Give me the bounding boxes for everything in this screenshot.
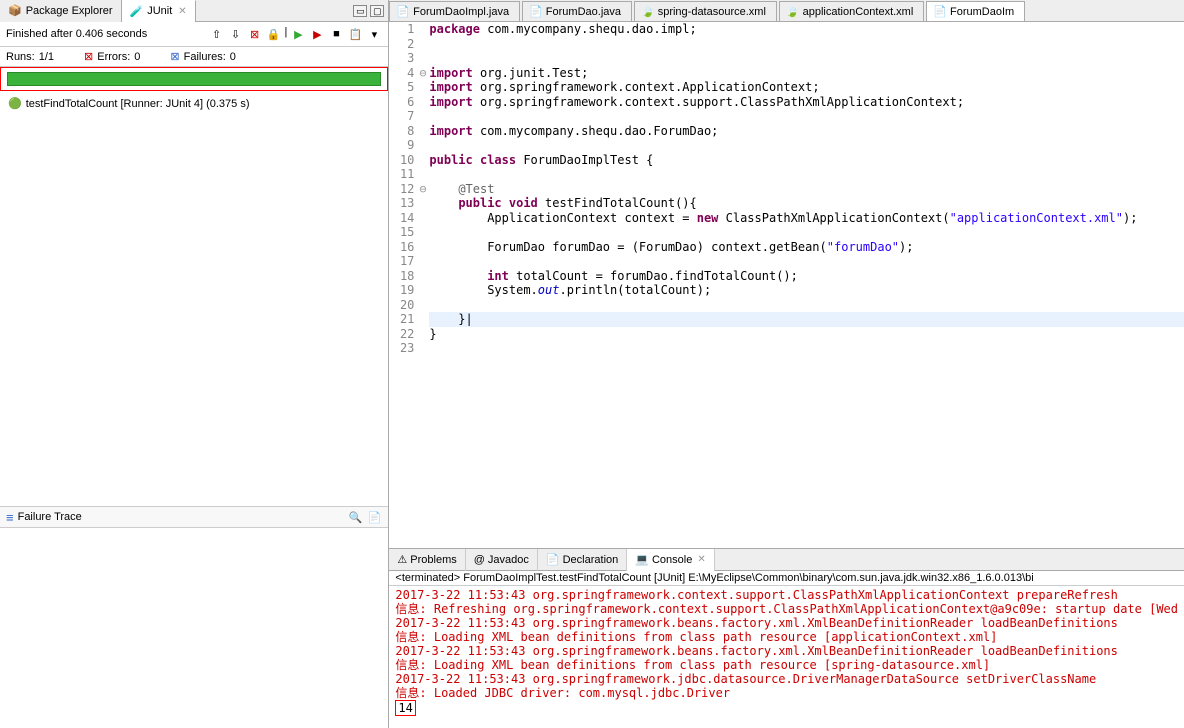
console-icon: 💻 [635, 553, 649, 566]
tab-junit[interactable]: 🧪 JUnit ✕ [122, 0, 196, 22]
runs-value: 1/1 [39, 51, 54, 63]
tab-label: Problems [410, 554, 456, 566]
tab-declaration[interactable]: 📄 Declaration [538, 549, 627, 571]
junit-metrics: Runs: 1/1 ⊠ Errors: 0 ⊠ Failures: 0 [0, 47, 388, 67]
failure-trace-label: Failure Trace [18, 511, 82, 523]
errors-metric: ⊠ Errors: 0 [84, 50, 140, 63]
test-pass-icon: 🟢 [8, 97, 22, 110]
failures-metric: ⊠ Failures: 0 [170, 50, 236, 63]
editor-tab-forumdao[interactable]: 📄 ForumDao.java [522, 1, 632, 21]
tab-label: ForumDaoImpl.java [413, 6, 509, 18]
scroll-lock-button[interactable]: 🔒 [266, 26, 282, 42]
code-editor[interactable]: 1234567891011121314151617181920212223 ⊖⊖… [389, 22, 1184, 548]
test-item[interactable]: 🟢 testFindTotalCount [Runner: JUnit 4] (… [4, 95, 384, 112]
rerun-button[interactable]: ▶ [290, 26, 306, 42]
java-icon: 📄 [396, 5, 410, 18]
errors-label: Errors: [97, 51, 130, 63]
editor-tab-forumdaoimpltest[interactable]: 📄 ForumDaoIm [926, 1, 1025, 21]
history-button[interactable]: 📋 [347, 26, 363, 42]
editor-tab-forumdaoimpl[interactable]: 📄 ForumDaoImpl.java [389, 1, 520, 21]
next-failure-button[interactable]: ⇩ [228, 26, 244, 42]
fold-gutter[interactable]: ⊖⊖ [419, 22, 429, 548]
runs-label: Runs: [6, 51, 35, 63]
line-gutter[interactable]: 1234567891011121314151617181920212223 [389, 22, 419, 548]
failures-label: Failures: [184, 51, 226, 63]
failure-icon: ⊠ [170, 50, 179, 63]
console-result-highlight: 14 [395, 700, 415, 716]
stop-button[interactable]: ■ [328, 26, 344, 42]
show-failures-button[interactable]: ⊠ [247, 26, 263, 42]
tab-label: ForumDaoIm [950, 6, 1014, 18]
prev-failure-button[interactable]: ⇧ [209, 26, 225, 42]
editor-panel: 📄 ForumDaoImpl.java 📄 ForumDao.java 🍃 sp… [389, 0, 1184, 728]
test-tree[interactable]: 🟢 testFindTotalCount [Runner: JUnit 4] (… [0, 91, 388, 506]
maximize-button[interactable]: ▢ [370, 5, 384, 17]
progress-bar [7, 72, 381, 86]
tab-label: spring-datasource.xml [658, 6, 766, 18]
tab-label: JUnit [147, 5, 172, 17]
minimize-button[interactable]: ▭ [353, 5, 367, 17]
tab-package-explorer[interactable]: 📦 Package Explorer [0, 0, 122, 22]
tab-label: Declaration [563, 554, 619, 566]
filter-button[interactable]: 🔍 [347, 509, 363, 525]
xml-icon: 🍃 [641, 5, 655, 18]
xml-icon: 🍃 [786, 5, 800, 18]
java-icon: 📄 [933, 5, 947, 18]
failures-value: 0 [230, 51, 236, 63]
view-menu-button[interactable]: ▾ [366, 26, 382, 42]
close-icon[interactable]: ✕ [178, 6, 186, 17]
editor-tab-bar: 📄 ForumDaoImpl.java 📄 ForumDao.java 🍃 sp… [389, 0, 1184, 22]
status-text: Finished after 0.406 seconds [6, 28, 147, 40]
tab-javadoc[interactable]: @ Javadoc [466, 549, 538, 571]
declaration-icon: 📄 [546, 553, 560, 566]
view-window-controls: ▭ ▢ [353, 5, 388, 17]
error-icon: ⊠ [84, 50, 93, 63]
close-icon[interactable]: ✕ [697, 554, 705, 565]
tab-console[interactable]: 💻 Console ✕ [627, 549, 714, 571]
rerun-failed-button[interactable]: ▶ [309, 26, 325, 42]
java-icon: 📄 [529, 5, 543, 18]
package-icon: 📦 [8, 4, 22, 17]
tab-label: Console [652, 554, 692, 566]
tab-label: Javadoc [488, 554, 529, 566]
console-output[interactable]: 2017-3-22 11:53:43 org.springframework.c… [389, 586, 1184, 728]
editor-tab-applicationcontext[interactable]: 🍃 applicationContext.xml [779, 1, 924, 21]
code-body[interactable]: package com.mycompany.shequ.dao.impl; im… [429, 22, 1184, 548]
junit-view-panel: 📦 Package Explorer 🧪 JUnit ✕ ▭ ▢ Finishe… [0, 0, 389, 728]
runs-metric: Runs: 1/1 [6, 50, 54, 63]
tab-label: Package Explorer [26, 5, 113, 17]
progress-container [0, 67, 388, 91]
problems-icon: ⚠ [397, 553, 407, 566]
failure-trace-header: ≡ Failure Trace 🔍 📄 [0, 506, 388, 528]
tab-problems[interactable]: ⚠ Problems [389, 549, 465, 571]
errors-value: 0 [134, 51, 140, 63]
compare-button[interactable]: 📄 [366, 509, 382, 525]
junit-icon: 🧪 [130, 5, 144, 18]
test-item-label: testFindTotalCount [Runner: JUnit 4] (0.… [26, 98, 250, 110]
junit-toolbar: ⇧ ⇩ ⊠ 🔒 | ▶ ▶ ■ 📋 ▾ [209, 26, 383, 42]
tab-label: ForumDao.java [546, 6, 621, 18]
bottom-tab-bar: ⚠ Problems @ Javadoc 📄 Declaration 💻 Con… [389, 549, 1184, 571]
left-tab-bar: 📦 Package Explorer 🧪 JUnit ✕ ▭ ▢ [0, 0, 388, 22]
console-terminated-info: <terminated> ForumDaoImplTest.testFindTo… [389, 571, 1184, 586]
javadoc-icon: @ [474, 554, 485, 566]
tab-label: applicationContext.xml [803, 6, 914, 18]
junit-status-bar: Finished after 0.406 seconds ⇧ ⇩ ⊠ 🔒 | ▶… [0, 22, 388, 47]
failure-trace-body[interactable] [0, 528, 388, 728]
stack-icon: ≡ [6, 510, 14, 525]
bottom-panel: ⚠ Problems @ Javadoc 📄 Declaration 💻 Con… [389, 548, 1184, 728]
editor-tab-spring-datasource[interactable]: 🍃 spring-datasource.xml [634, 1, 777, 21]
